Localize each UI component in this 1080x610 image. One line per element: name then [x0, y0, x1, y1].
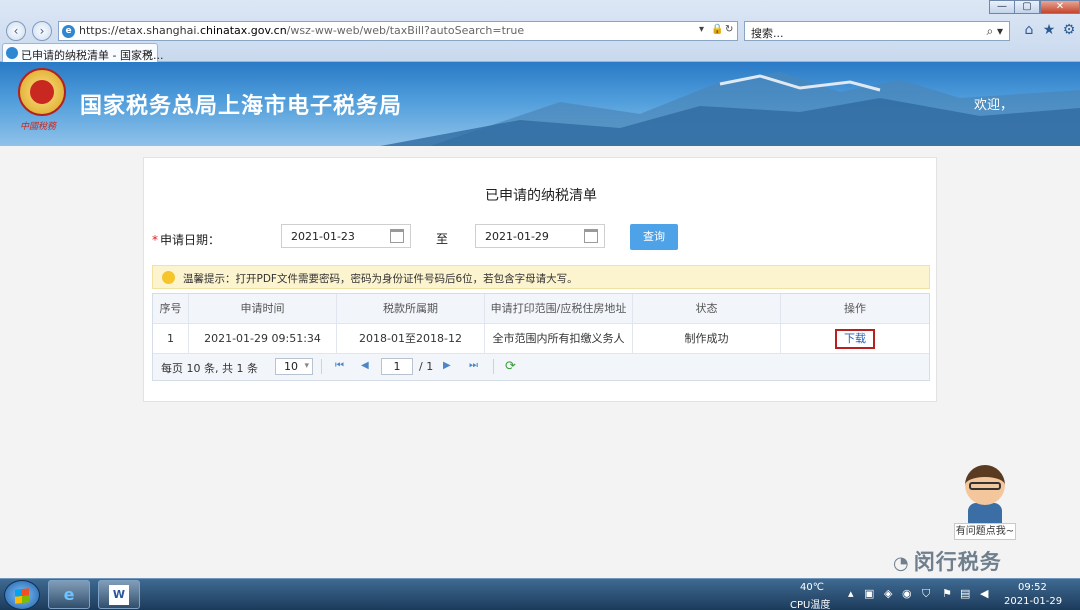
pager-divider — [493, 359, 494, 374]
pagination-bar: 每页 10 条, 共 1 条 10 ⏮ ◀ 1 / 1 ▶ ⏭ ⟳ — [153, 354, 929, 380]
page-number-input[interactable]: 1 — [381, 358, 413, 375]
required-mark: * — [152, 233, 158, 247]
taskbar-ie-button[interactable]: e — [48, 580, 90, 609]
last-page-icon[interactable]: ⏭ — [469, 360, 478, 371]
word-icon: W — [109, 585, 129, 605]
url-text: https://etax.shanghai.chinatax.gov.cn/ws… — [79, 24, 525, 37]
search-icon[interactable]: ⌕ ▾ — [986, 24, 1003, 39]
tab-close-icon[interactable]: × — [144, 46, 153, 59]
header-period: 税款所属期 — [337, 294, 485, 324]
row-status: 制作成功 — [633, 324, 781, 354]
watermark-text: ◔ 闵行税务 — [893, 550, 1002, 574]
row-period: 2018-01至2018-12 — [337, 324, 485, 354]
back-icon: ‹ — [13, 24, 19, 38]
download-link[interactable]: 下载 — [835, 329, 875, 349]
cpu-temp-label: CPU温度 — [790, 600, 831, 610]
minimize-button[interactable]: — — [989, 0, 1015, 14]
lock-icon[interactable]: 🔒 — [711, 24, 723, 35]
row-scope: 全市范围内所有扣缴义务人 — [485, 324, 633, 354]
header-time: 申请时间 — [189, 294, 337, 324]
ie-icon: e — [63, 585, 75, 604]
header-status: 状态 — [633, 294, 781, 324]
row-action: 下载 — [781, 324, 929, 354]
table-header-row: 序号 申请时间 税款所属期 申请打印范围/应税住房地址 状态 操作 — [153, 294, 929, 324]
home-icon[interactable]: ⌂ — [1020, 21, 1038, 39]
site-title: 国家税务总局上海市电子税务局 — [80, 94, 403, 119]
page-title: 已申请的纳税清单 — [485, 188, 597, 204]
browser-tab[interactable]: 已申请的纳税清单 - 国家税... × — [2, 43, 163, 62]
site-header: 中國稅務 国家税务总局上海市电子税务局 欢迎， — [0, 62, 1080, 146]
back-button[interactable]: ‹ — [6, 21, 26, 41]
welcome-text: 欢迎， — [974, 98, 1014, 113]
tab-page-icon — [6, 47, 18, 59]
favorites-star-icon[interactable]: ★ — [1040, 21, 1058, 39]
next-page-icon[interactable]: ▶ — [443, 360, 451, 371]
header-index: 序号 — [153, 294, 189, 324]
page-size-select[interactable]: 10 — [275, 358, 313, 375]
help-bubble[interactable]: 有问题点我~ — [954, 523, 1016, 540]
pager-summary: 每页 10 条, 共 1 条 — [161, 362, 258, 375]
query-button[interactable]: 查询 — [630, 224, 678, 250]
tab-title: 已申请的纳税清单 - 国家税... — [21, 49, 164, 62]
ie-page-icon: e — [62, 25, 75, 38]
taskbar-word-button[interactable]: W — [98, 580, 140, 609]
calendar-icon[interactable] — [584, 229, 598, 243]
first-page-icon[interactable]: ⏮ — [335, 360, 344, 371]
address-bar[interactable]: e https://etax.shanghai.chinatax.gov.cn/… — [58, 21, 738, 41]
cpu-temp: 40℃ — [800, 582, 824, 593]
clock-date[interactable]: 2021-01-29 — [1004, 596, 1062, 607]
browser-search[interactable]: 搜索... ⌕ ▾ — [744, 21, 1010, 41]
password-tip: 温馨提示：打开PDF文件需要密码，密码为身份证件号码后6位，若包含字母请大写。 — [152, 265, 930, 289]
tray-volume-icon[interactable]: ◀ — [980, 587, 988, 600]
clock-time[interactable]: 09:52 — [1018, 582, 1047, 593]
tip-text: 温馨提示：打开PDF文件需要密码，密码为身份证件号码后6位，若包含字母请大写。 — [183, 273, 578, 285]
tray-shield-icon[interactable]: ◈ — [884, 587, 892, 600]
header-scope: 申请打印范围/应税住房地址 — [485, 294, 633, 324]
browser-chrome: — ▢ ✕ ‹ › e https://etax.shanghai.chinat… — [0, 0, 1080, 62]
date-to-input[interactable]: 2021-01-29 — [475, 224, 605, 248]
tax-list-panel: 已申请的纳税清单 * 申请日期： 2021-01-23 至 2021-01-29 … — [143, 157, 937, 402]
dropdown-icon[interactable]: ▾ — [699, 24, 704, 35]
header-action: 操作 — [844, 302, 866, 315]
calendar-icon[interactable] — [390, 229, 404, 243]
tray-expand-icon[interactable]: ▴ — [848, 587, 854, 600]
start-button[interactable] — [4, 580, 40, 610]
refresh-icon[interactable]: ↻ — [725, 24, 733, 35]
wechat-icon: ◔ — [893, 553, 910, 574]
helper-avatar[interactable] — [960, 465, 1010, 523]
search-input[interactable]: 搜索... — [751, 25, 784, 41]
emblem-signature: 中國稅務 — [20, 122, 57, 132]
tax-list-table: 序号 申请时间 税款所属期 申请打印范围/应税住房地址 状态 操作 1 2021… — [152, 293, 930, 381]
date-separator: 至 — [436, 232, 449, 246]
tray-flag-icon[interactable]: ⚑ — [942, 587, 952, 600]
close-window-button[interactable]: ✕ — [1040, 0, 1080, 14]
row-index: 1 — [153, 324, 189, 354]
date-from-input[interactable]: 2021-01-23 — [281, 224, 411, 248]
tax-emblem-icon — [18, 68, 66, 116]
pager-divider — [321, 359, 322, 374]
refresh-icon[interactable]: ⟳ — [505, 359, 516, 374]
windows-taskbar: e W 40℃ CPU温度 ▴ ▣ ◈ ◉ ⛉ ⚑ ▤ ◀ 09:52 2021… — [0, 578, 1080, 610]
forward-button[interactable]: › — [32, 21, 52, 41]
date-label: * 申请日期： — [152, 233, 221, 247]
tray-security-icon[interactable]: ⛉ — [922, 587, 930, 601]
smile-icon — [162, 271, 175, 284]
gear-icon[interactable]: ⚙ — [1060, 21, 1078, 39]
forward-icon: › — [39, 24, 45, 38]
tray-network-icon[interactable]: ▤ — [960, 587, 970, 600]
table-row: 1 2021-01-29 09:51:34 2018-01至2018-12 全市… — [153, 324, 929, 354]
total-pages: / 1 — [419, 360, 434, 373]
tray-chrome-icon[interactable]: ◉ — [902, 587, 912, 600]
maximize-button[interactable]: ▢ — [1014, 0, 1040, 14]
row-time: 2021-01-29 09:51:34 — [189, 324, 337, 354]
windows-logo-icon — [15, 588, 29, 604]
tray-app-icon[interactable]: ▣ — [864, 587, 874, 600]
prev-page-icon[interactable]: ◀ — [361, 360, 369, 371]
